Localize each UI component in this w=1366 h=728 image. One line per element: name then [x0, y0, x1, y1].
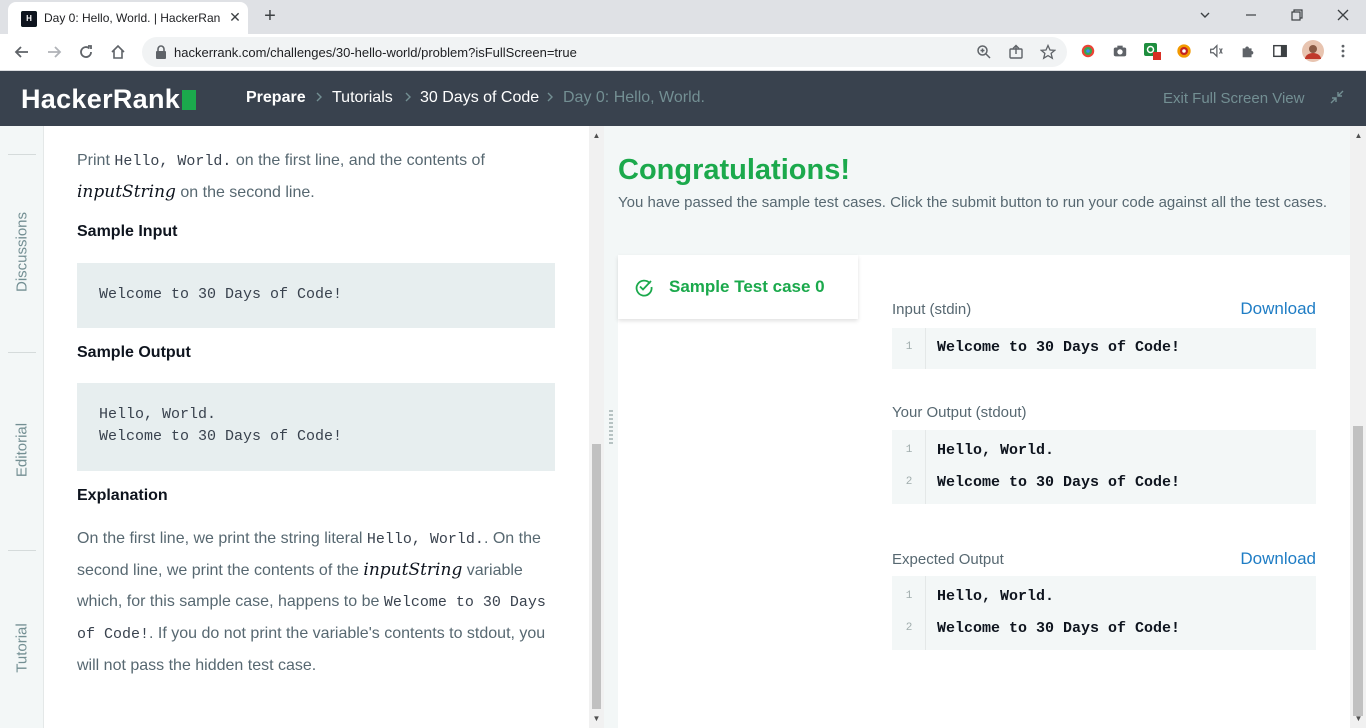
- sample-output-heading: Sample Output: [77, 344, 191, 361]
- puzzle-extensions-icon[interactable]: [1239, 42, 1257, 60]
- breadcrumb-current-page: Day 0: Hello, World.: [563, 89, 705, 106]
- breadcrumb-30-days-of-code[interactable]: 30 Days of Code: [420, 89, 539, 107]
- sidebar-item-discussions[interactable]: Discussions: [14, 212, 31, 292]
- new-tab-plus-icon[interactable]: +: [258, 5, 282, 29]
- sidebar-item-editorial[interactable]: Editorial: [14, 423, 31, 477]
- congratulations-message: You have passed the sample test cases. C…: [618, 194, 1328, 211]
- rail-divider: [8, 550, 36, 551]
- scrollbar-thumb[interactable]: [592, 444, 601, 709]
- left-side-rail: Discussions Editorial Tutorial: [0, 126, 44, 728]
- tab-title: Day 0: Hello, World. | HackerRank: [44, 11, 220, 25]
- output-format-text: Print Hello, World. on the first line, a…: [77, 152, 485, 202]
- scroll-up-arrow-icon[interactable]: ▲: [592, 131, 601, 140]
- share-icon[interactable]: [1007, 43, 1025, 61]
- explanation-heading: Explanation: [77, 487, 168, 504]
- scroll-down-arrow-icon[interactable]: ▼: [592, 714, 601, 723]
- download-input-link[interactable]: Download: [1240, 299, 1316, 319]
- code-line: Welcome to 30 Days of Code!: [99, 428, 343, 445]
- pane-splitter[interactable]: [604, 126, 618, 728]
- scroll-up-arrow-icon[interactable]: ▲: [1354, 131, 1363, 140]
- download-expected-link[interactable]: Download: [1240, 549, 1316, 569]
- breadcrumb-chevron-icon: [547, 92, 553, 102]
- inline-code: Hello, World.: [366, 531, 484, 548]
- reload-icon[interactable]: [74, 40, 98, 64]
- tab-search-chevron-icon[interactable]: [1182, 0, 1228, 30]
- expected-output-label: Expected Output: [892, 551, 1004, 568]
- test-results-pane: Congratulations! You have passed the sam…: [618, 126, 1350, 728]
- url-text: hackerrank.com/challenges/30-hello-world…: [174, 45, 577, 60]
- logo-block-icon: [182, 90, 197, 110]
- zoom-icon[interactable]: [975, 43, 993, 61]
- input-box: 1 Welcome to 30 Days of Code!: [892, 328, 1316, 369]
- io-line: 2 Welcome to 30 Days of Code!: [905, 474, 1181, 491]
- hackerrank-header: HackerRank Prepare Tutorials 30 Days of …: [0, 71, 1366, 126]
- home-icon[interactable]: [106, 40, 130, 64]
- back-arrow-icon[interactable]: [10, 40, 34, 64]
- breadcrumb-chevron-icon: [316, 92, 322, 102]
- address-bar[interactable]: hackerrank.com/challenges/30-hello-world…: [142, 37, 1067, 67]
- sample-input-box: Welcome to 30 Days of Code!: [77, 263, 555, 328]
- your-output-box: 1 Hello, World. 2 Welcome to 30 Days of …: [892, 430, 1316, 504]
- sample-input-heading: Sample Input: [77, 223, 178, 240]
- problem-scrollbar[interactable]: ▲ ▼: [589, 126, 604, 728]
- scroll-down-arrow-icon[interactable]: ▼: [1354, 714, 1363, 723]
- hackerrank-favicon-icon: H: [21, 11, 37, 27]
- browser-tab[interactable]: H Day 0: Hello, World. | HackerRank ✕: [8, 2, 248, 34]
- test-case-tab[interactable]: Sample Test case 0: [618, 255, 858, 319]
- forward-arrow-icon[interactable]: [42, 40, 66, 64]
- math-variable: inputString: [363, 560, 463, 580]
- rail-divider: [8, 352, 36, 353]
- restore-icon[interactable]: [1274, 0, 1320, 30]
- speaker-extension-icon[interactable]: [1207, 42, 1225, 60]
- minimize-icon[interactable]: [1228, 0, 1274, 30]
- code-line: Welcome to 30 Days of Code!: [99, 286, 343, 303]
- input-label: Input (stdin): [892, 301, 972, 318]
- problem-statement: Print Hello, World. on the first line, a…: [44, 126, 589, 728]
- expected-output-box: 1 Hello, World. 2 Welcome to 30 Days of …: [892, 576, 1316, 650]
- bookmark-star-icon[interactable]: [1039, 43, 1057, 61]
- explanation-text: On the first line, we print the string l…: [77, 530, 546, 674]
- your-output-label: Your Output (stdout): [892, 404, 1027, 421]
- orange-extension-icon[interactable]: [1175, 42, 1193, 60]
- results-scrollbar[interactable]: ▲ ▼: [1350, 126, 1366, 728]
- browser-toolbar: hackerrank.com/challenges/30-hello-world…: [0, 34, 1366, 71]
- test-case-label: Sample Test case 0: [669, 277, 825, 296]
- tab-close-icon[interactable]: ✕: [226, 8, 244, 26]
- camera-extension-icon[interactable]: [1111, 42, 1129, 60]
- exit-fullscreen-icon[interactable]: [1329, 89, 1345, 105]
- io-line: 2 Welcome to 30 Days of Code!: [905, 620, 1181, 637]
- breadcrumb-tutorials[interactable]: Tutorials: [332, 89, 393, 107]
- inline-code: Hello, World.: [114, 153, 232, 170]
- hackerrank-logo[interactable]: HackerRank: [21, 84, 197, 115]
- breadcrumb-chevron-icon: [405, 92, 411, 102]
- sample-output-box: Hello, World. Welcome to 30 Days of Code…: [77, 383, 555, 471]
- math-variable: inputString: [77, 182, 176, 202]
- scrollbar-thumb[interactable]: [1353, 426, 1363, 716]
- io-line: 1 Hello, World.: [905, 442, 1055, 459]
- color-picker-extension-icon[interactable]: [1079, 42, 1097, 60]
- inline-code: Welcome to 30 Days: [383, 594, 546, 611]
- lock-icon: [156, 45, 166, 59]
- code-line: Hello, World.: [99, 406, 217, 423]
- rail-divider: [8, 154, 36, 155]
- browser-tab-strip: H Day 0: Hello, World. | HackerRank ✕ +: [0, 0, 1366, 34]
- side-panel-icon[interactable]: [1271, 42, 1289, 60]
- check-circle-icon: [635, 279, 653, 297]
- congratulations-title: Congratulations!: [618, 154, 850, 186]
- inline-code: of Code!: [77, 626, 150, 643]
- breadcrumb-prepare[interactable]: Prepare: [246, 89, 306, 107]
- io-line: 1 Hello, World.: [905, 588, 1055, 605]
- test-case-card: Sample Test case 0 Input (stdin) Downloa…: [618, 255, 1350, 728]
- profile-avatar[interactable]: [1302, 40, 1324, 62]
- green-extension-icon[interactable]: [1143, 42, 1161, 60]
- sidebar-item-tutorial[interactable]: Tutorial: [14, 623, 31, 672]
- browser-menu-icon[interactable]: [1334, 42, 1352, 60]
- io-line: 1 Welcome to 30 Days of Code!: [905, 339, 1181, 356]
- drag-handle-icon[interactable]: [609, 410, 613, 444]
- close-window-icon[interactable]: [1320, 0, 1366, 30]
- exit-fullscreen-link[interactable]: Exit Full Screen View: [1163, 90, 1304, 107]
